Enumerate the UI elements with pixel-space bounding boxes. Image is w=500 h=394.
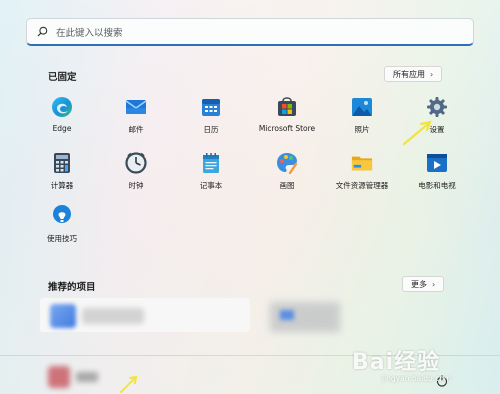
app-label: 邮件: [128, 125, 144, 134]
search-box[interactable]: 在此键入以搜索: [26, 18, 474, 46]
mail-icon: [125, 96, 147, 118]
paint-icon: [276, 152, 298, 174]
app-label: 电影和电视: [418, 181, 456, 190]
chevron-right-icon: ›: [430, 69, 434, 79]
app-label: 记事本: [199, 181, 223, 190]
annotation-arrow-icon: [118, 374, 140, 394]
app-tips[interactable]: 使用技巧: [21, 205, 103, 244]
baidu-watermark: Bai经验 jingyan.baidu.com: [352, 344, 492, 390]
app-label: Microsoft Store: [258, 124, 316, 133]
user-name-blurred[interactable]: [76, 372, 98, 382]
app-paint[interactable]: 画图: [246, 152, 328, 191]
app-edge[interactable]: Edge: [21, 96, 103, 133]
folder-icon: [351, 152, 373, 174]
app-label: 文件资源管理器: [335, 181, 389, 190]
app-calendar[interactable]: 日历: [170, 96, 252, 135]
settings-icon: [426, 96, 448, 118]
edge-icon: [51, 96, 73, 118]
app-label: 照片: [354, 125, 370, 134]
more-label: 更多: [411, 279, 427, 289]
watermark-sub: jingyan.baidu.com: [382, 374, 452, 383]
recommended-title: 推荐的项目: [48, 282, 96, 293]
clock-icon: [125, 152, 147, 174]
all-apps-button[interactable]: 所有应用 ›: [384, 66, 443, 82]
app-label: 计算器: [50, 181, 74, 190]
movies-icon: [426, 152, 448, 174]
recommended-file-name-blurred: [82, 308, 144, 324]
app-file-explorer[interactable]: 文件资源管理器: [321, 152, 403, 191]
recommended-file-icon-2: [280, 310, 294, 320]
annotation-arrow-icon: [400, 118, 434, 152]
app-label: Edge: [52, 124, 72, 133]
app-calculator[interactable]: 计算器: [21, 152, 103, 191]
search-placeholder[interactable]: 在此键入以搜索: [56, 25, 123, 39]
store-icon: [276, 96, 298, 118]
background: [0, 0, 500, 394]
more-button[interactable]: 更多 ›: [402, 276, 445, 292]
recommended-file-icon: [50, 304, 76, 328]
app-photos[interactable]: 照片: [321, 96, 403, 135]
pinned-title: 已固定: [48, 72, 77, 83]
tips-icon: [51, 205, 73, 227]
app-label: 日历: [203, 125, 219, 134]
photos-icon: [351, 96, 373, 118]
calendar-icon: [200, 96, 222, 118]
app-store[interactable]: Microsoft Store: [246, 96, 328, 133]
app-clock[interactable]: 时钟: [95, 152, 177, 191]
chevron-right-icon: ›: [432, 279, 436, 289]
calculator-icon: [51, 152, 73, 174]
search-icon: [37, 26, 48, 37]
all-apps-label: 所有应用: [393, 69, 425, 79]
app-label: 画图: [279, 181, 295, 190]
notepad-icon: [200, 152, 222, 174]
app-label: 时钟: [128, 181, 144, 190]
app-label: 使用技巧: [47, 234, 77, 243]
app-movies-tv[interactable]: 电影和电视: [396, 152, 478, 191]
watermark-text: Bai经验: [352, 350, 441, 375]
avatar[interactable]: [48, 366, 70, 388]
app-notepad[interactable]: 记事本: [170, 152, 252, 191]
app-mail[interactable]: 邮件: [95, 96, 177, 135]
